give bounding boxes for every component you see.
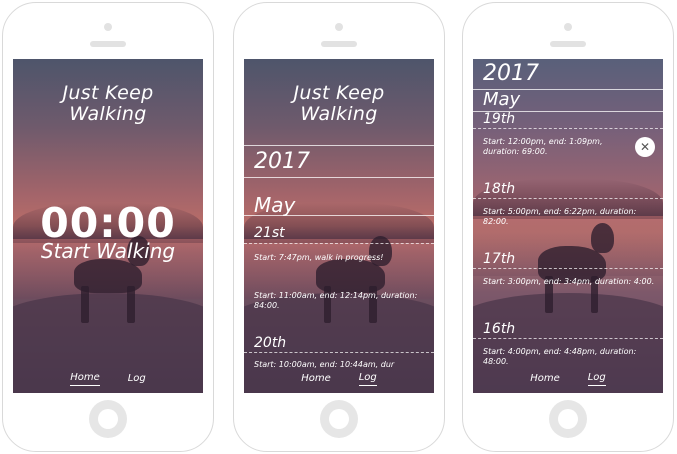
speaker-grille: [321, 41, 357, 47]
phone-log: Just Keep Walking 2017 May 21st Start: 7…: [233, 2, 445, 452]
dashed-divider: [473, 268, 663, 269]
dashed-divider: [244, 352, 434, 353]
dashed-divider: [473, 198, 663, 199]
speaker-grille: [550, 41, 586, 47]
device-home-button: [549, 400, 587, 438]
log-day: 20th: [254, 335, 287, 351]
bottom-nav: Home Log: [13, 365, 203, 393]
dog-leg: [127, 286, 135, 323]
log-entry[interactable]: Start: 11:00am, end: 12:14pm, duration: …: [254, 291, 426, 311]
dashed-divider: [244, 243, 434, 244]
nav-log[interactable]: Log: [587, 372, 606, 386]
log-entry[interactable]: Start: 5:00pm, end: 6:22pm, duration: 82…: [483, 207, 655, 227]
camera-icon: [104, 23, 112, 31]
app-title-line1: Just Keep: [62, 82, 154, 104]
camera-icon: [564, 23, 572, 31]
device-home-button: [89, 400, 127, 438]
log-month: May: [254, 193, 296, 217]
device-home-button: [320, 400, 358, 438]
bottom-nav: Home Log: [244, 365, 434, 393]
log-screen-scrolled: 2017 May 19th Start: 12:00pm, end: 1:09p…: [473, 59, 663, 393]
log-entry[interactable]: Start: 7:47pm, walk in progress!: [254, 253, 426, 263]
log-year: 2017: [483, 61, 539, 86]
phone-log-scrolled: 2017 May 19th Start: 12:00pm, end: 1:09p…: [462, 2, 674, 452]
divider: [244, 215, 434, 216]
dashed-divider: [473, 128, 663, 129]
bottom-nav: Home Log: [473, 365, 663, 393]
divider: [244, 177, 434, 178]
phone-home: Just Keep Walking 00:00 Start Walking Ho…: [2, 2, 214, 452]
log-day: 21st: [254, 225, 285, 241]
app-title: Just Keep Walking: [13, 83, 203, 125]
close-icon[interactable]: ✕: [635, 137, 655, 157]
camera-icon: [335, 23, 343, 31]
log-screen: Just Keep Walking 2017 May 21st Start: 7…: [244, 59, 434, 393]
log-day: 17th: [483, 251, 516, 267]
home-screen: Just Keep Walking 00:00 Start Walking Ho…: [13, 59, 203, 393]
log-day: 18th: [483, 181, 516, 197]
nav-log[interactable]: Log: [128, 373, 146, 386]
dashed-divider: [473, 338, 663, 339]
dog-head: [590, 222, 614, 253]
log-entry[interactable]: Start: 12:00pm, end: 1:09pm, duration: 6…: [483, 137, 629, 157]
nav-home[interactable]: Home: [70, 372, 100, 386]
log-day: 19th: [483, 111, 516, 127]
log-day: 16th: [483, 321, 516, 337]
nav-home[interactable]: Home: [530, 373, 560, 386]
app-title-line1: Just Keep: [293, 82, 385, 104]
nav-home[interactable]: Home: [301, 373, 331, 386]
log-month: May: [483, 89, 521, 110]
speaker-grille: [90, 41, 126, 47]
app-title: Just Keep Walking: [244, 83, 434, 125]
log-entry[interactable]: Start: 4:00pm, end: 4:48pm, duration: 48…: [483, 347, 655, 367]
app-title-line2: Walking: [300, 103, 378, 125]
dog-leg: [81, 286, 89, 323]
start-walking-button[interactable]: Start Walking: [13, 239, 203, 263]
nav-log[interactable]: Log: [358, 372, 377, 386]
app-title-line2: Walking: [69, 103, 147, 125]
log-year: 2017: [254, 149, 310, 174]
log-entry[interactable]: Start: 3:00pm, end: 3:4pm, duration: 4:0…: [483, 277, 655, 287]
divider: [244, 145, 434, 146]
